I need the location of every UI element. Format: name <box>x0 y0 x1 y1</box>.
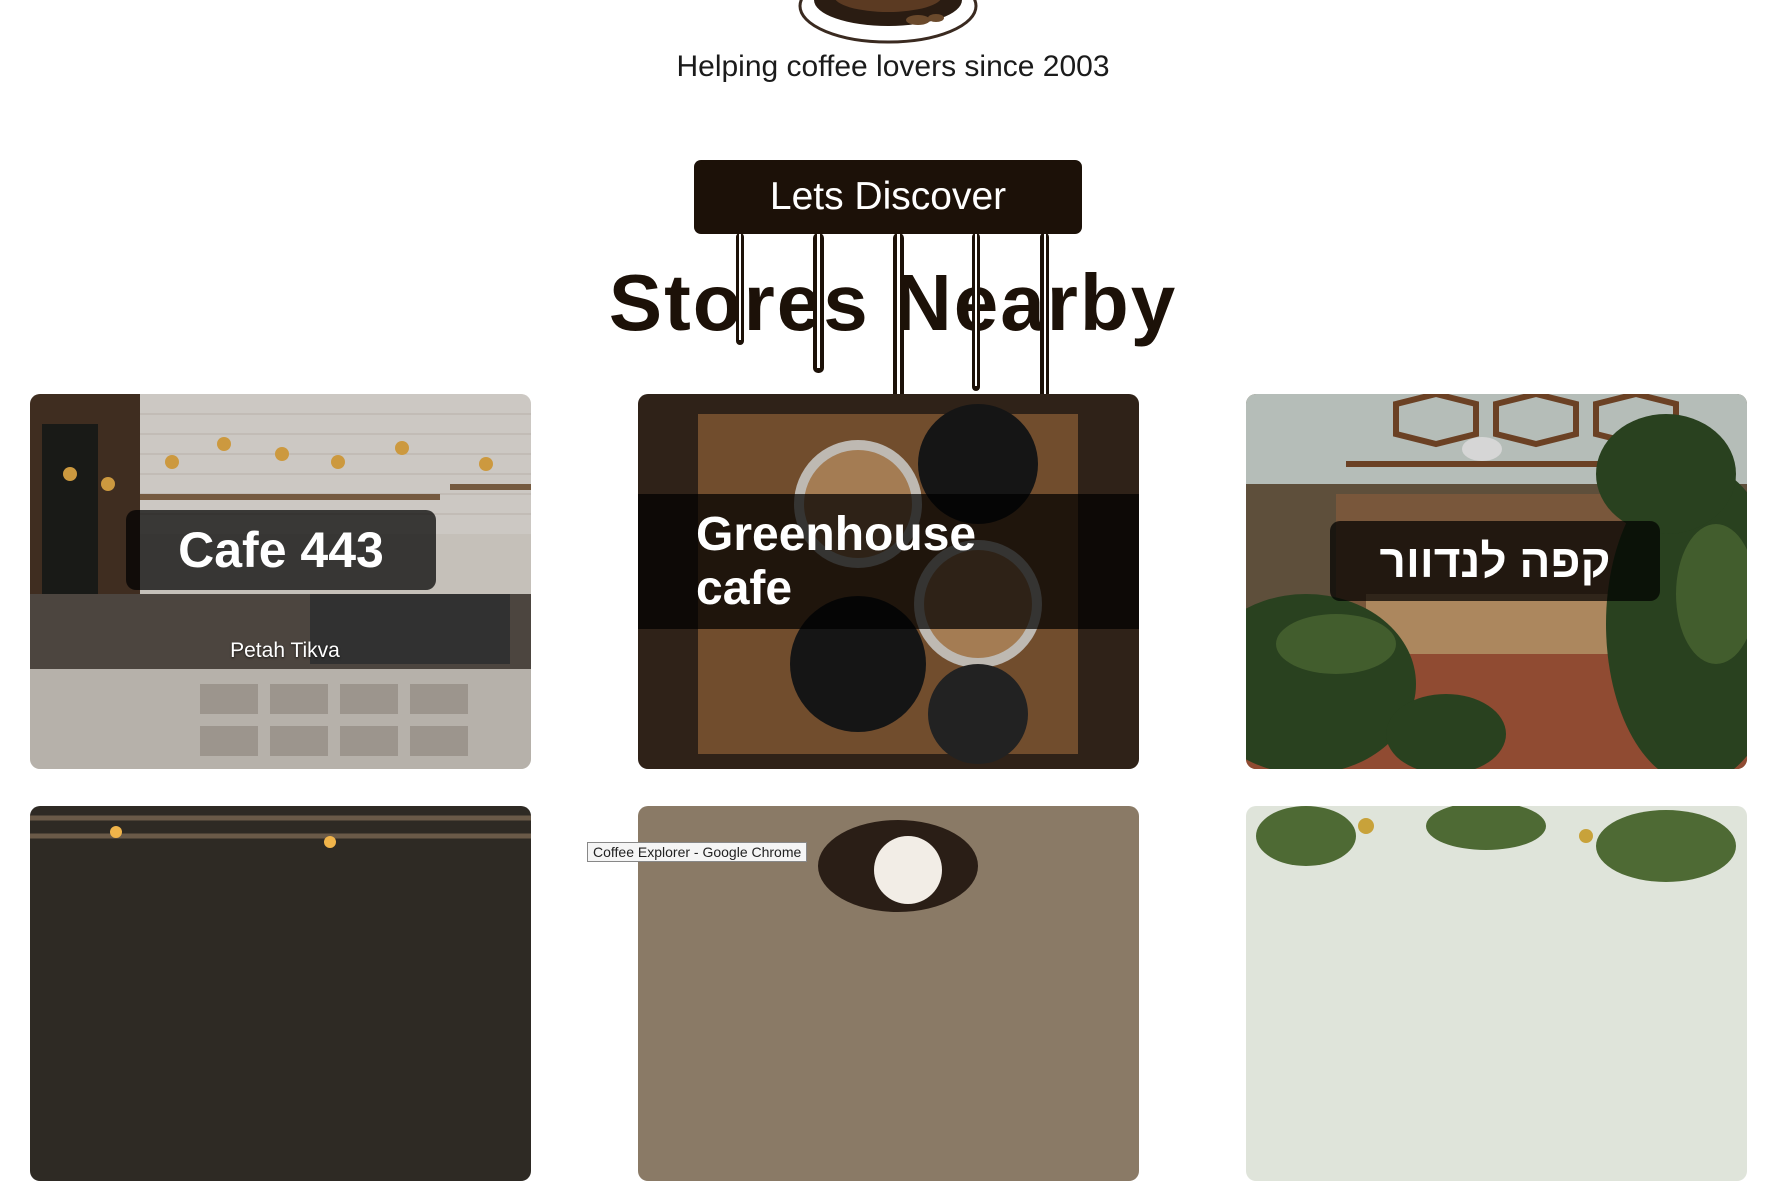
window-title-tooltip: Coffee Explorer - Google Chrome <box>587 842 808 862</box>
store-card-greenhouse-cafe[interactable]: Greenhouse cafe <box>638 394 1139 769</box>
lets-discover-button[interactable]: Lets Discover <box>694 160 1082 234</box>
section-title: Stores Nearby <box>608 258 1178 347</box>
store-name: Greenhouse cafe <box>638 494 1139 629</box>
store-city: Petah Tikva <box>230 639 340 662</box>
store-card-cafe-443[interactable]: Cafe 443 Petah Tikva <box>30 394 531 769</box>
store-photo <box>30 806 531 1181</box>
store-card[interactable] <box>638 806 1139 1181</box>
store-name-text: Greenhouse cafe <box>696 507 977 615</box>
coffee-cup-logo <box>796 0 980 44</box>
store-name: קפה לנדוור <box>1330 521 1660 601</box>
store-card-landwer-cafe[interactable]: קפה לנדוור <box>1246 394 1747 769</box>
store-photo <box>1246 806 1747 1181</box>
store-name: Cafe 443 <box>126 510 436 590</box>
tagline: Helping coffee lovers since 2003 <box>676 50 1110 83</box>
store-card[interactable] <box>30 806 531 1181</box>
store-photo <box>638 806 1139 1181</box>
store-card[interactable] <box>1246 806 1747 1181</box>
